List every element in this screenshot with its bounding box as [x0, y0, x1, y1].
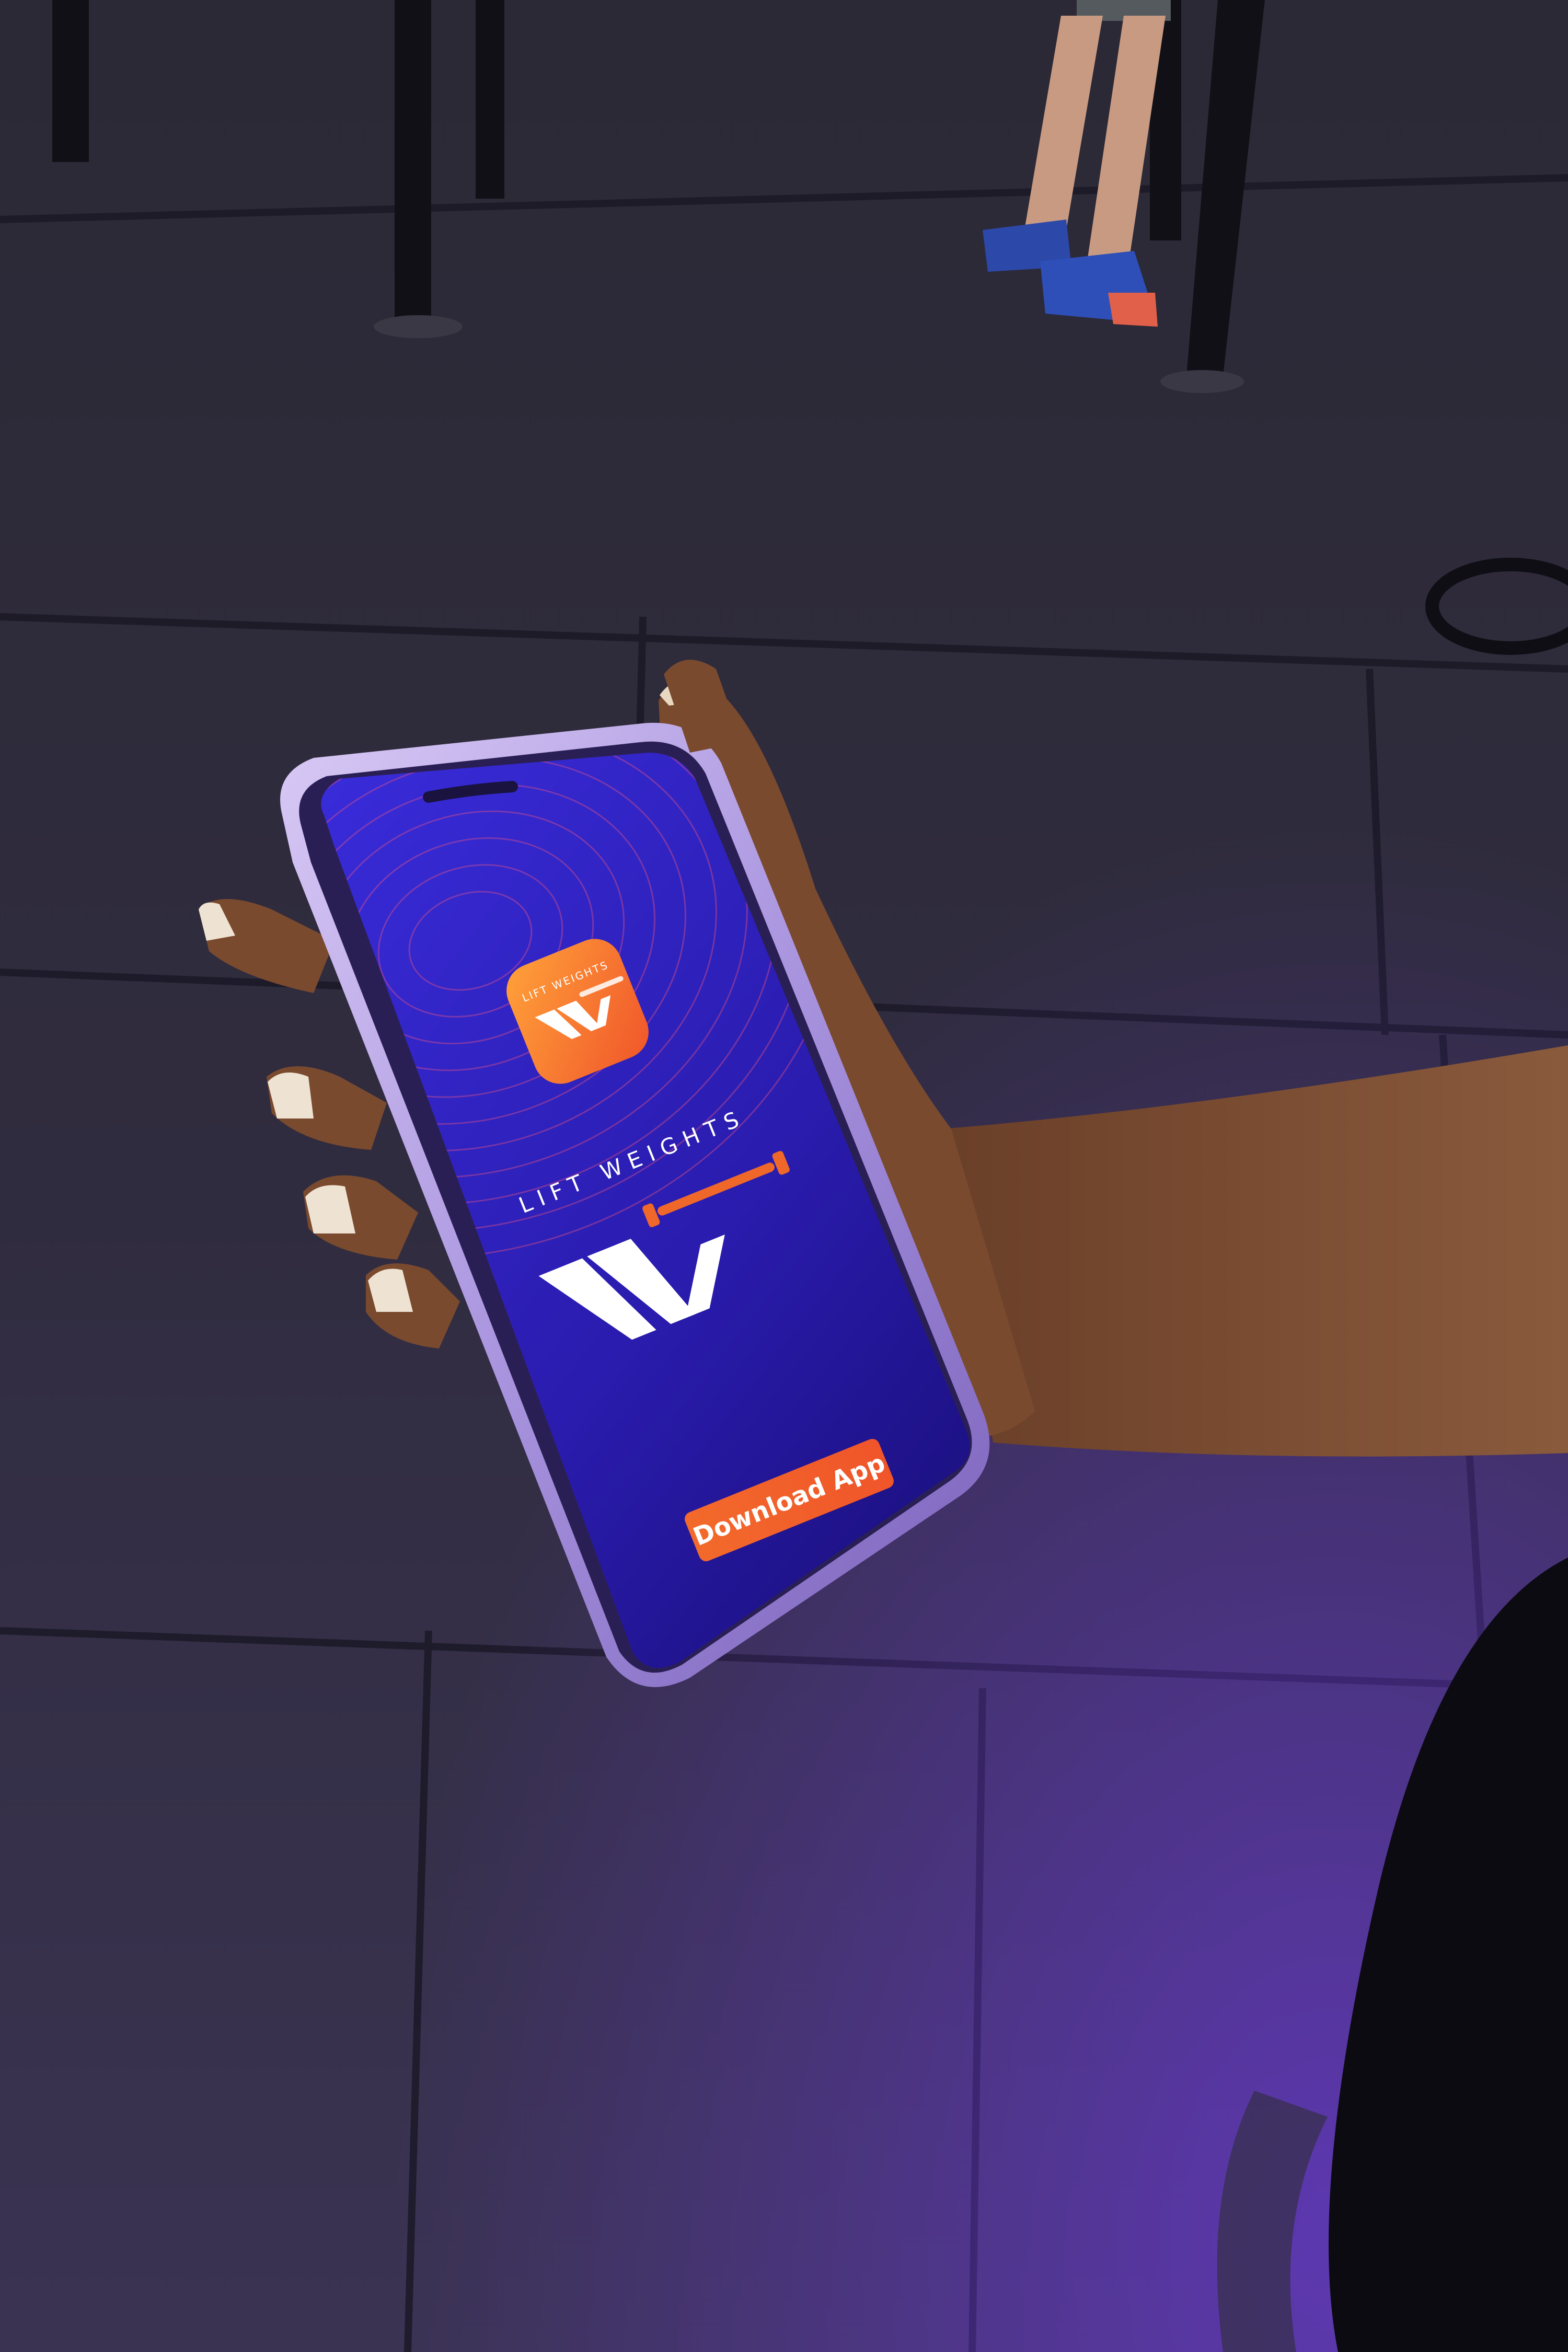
photo-scene: LIFT WEIGHTS LIFT WEIGHTS Download App: [0, 0, 1568, 2352]
